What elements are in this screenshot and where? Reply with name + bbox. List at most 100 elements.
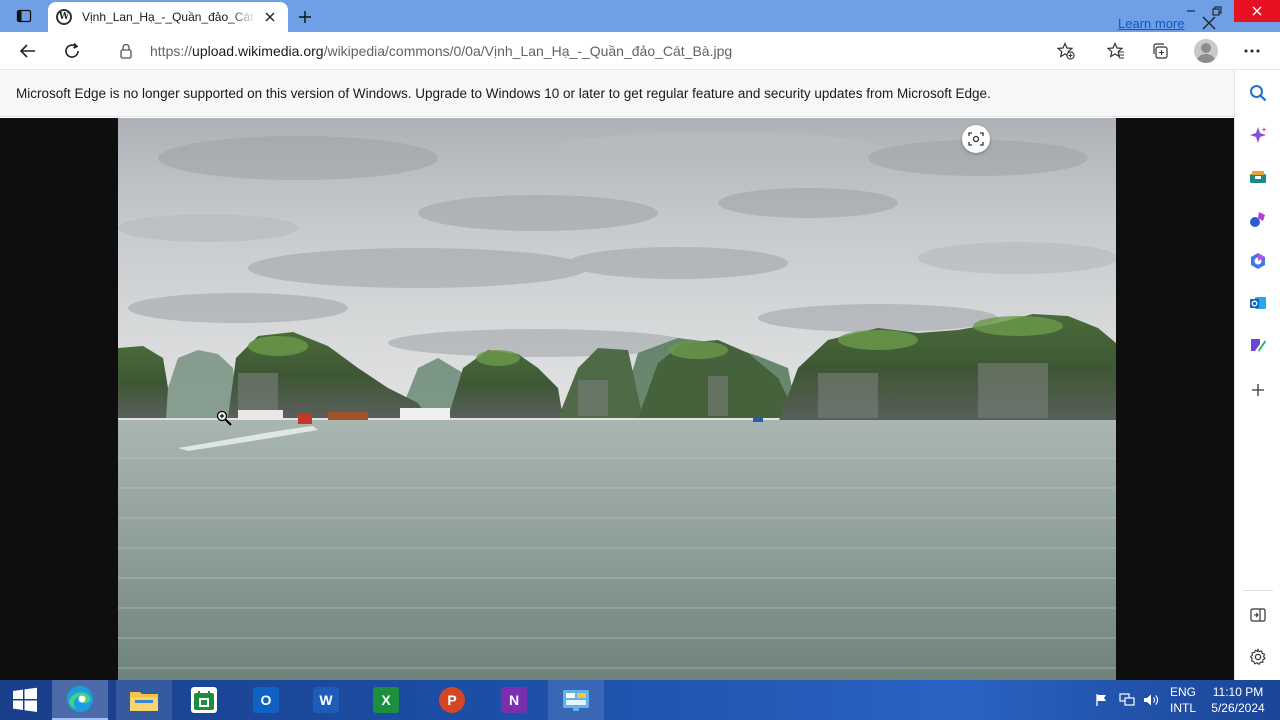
address-bar[interactable]: https://upload.wikimedia.org/wikipedia/c…: [104, 35, 1088, 67]
taskbar-powerpoint[interactable]: P: [424, 680, 480, 720]
powerpoint-icon: P: [439, 687, 465, 713]
sidebar-shopping[interactable]: [1246, 165, 1270, 189]
url-domain: upload.wikimedia.org: [192, 43, 324, 59]
bay-photo[interactable]: [118, 118, 1116, 680]
taskbar-outlook[interactable]: O: [238, 680, 294, 720]
excel-store-icon: [191, 687, 217, 713]
sidebar-outlook[interactable]: [1246, 291, 1270, 315]
url-prefix: https://: [150, 43, 193, 59]
sidebar-drop[interactable]: [1246, 333, 1270, 357]
tab-actions-icon: [16, 9, 32, 23]
add-favorite-icon: [1057, 42, 1075, 60]
language-indicator: ENG INTL: [1170, 684, 1196, 716]
drop-icon: [1251, 339, 1266, 352]
favorites-button[interactable]: [1102, 37, 1130, 65]
minimize-icon: [1187, 10, 1195, 12]
lock-icon[interactable]: [118, 43, 134, 59]
more-options-icon: [1244, 49, 1260, 53]
taskbar-excel[interactable]: X: [358, 680, 414, 720]
tray-clock[interactable]: 11:10 PM 5/26/2024: [1206, 680, 1270, 720]
clock-time: 11:10 PM: [1212, 685, 1264, 699]
taskbar-onenote[interactable]: N: [486, 680, 542, 720]
close-icon: [265, 12, 275, 22]
title-bar: W Vịnh_Lan_Hạ_-_Quần_đảo_Cát_Bà.jpg: [0, 0, 1280, 32]
taskbar-word[interactable]: W: [298, 680, 354, 720]
favorites-icon: [1107, 42, 1124, 59]
back-button[interactable]: [14, 37, 42, 65]
learn-more-link[interactable]: Learn more: [1118, 16, 1184, 31]
outlook-icon: [1250, 297, 1266, 309]
refresh-icon: [65, 42, 79, 58]
flag-icon: [1096, 694, 1106, 706]
sidebar-search[interactable]: [1246, 81, 1270, 105]
clock-date: 5/26/2024: [1211, 701, 1265, 715]
tab-close-button[interactable]: [260, 7, 280, 27]
visual-search-icon: [968, 132, 984, 146]
hide-sidebar-icon: [1250, 608, 1266, 622]
sidebar-divider: [1243, 590, 1273, 591]
taskbar-store-excel[interactable]: [176, 680, 232, 720]
sidebar-settings[interactable]: [1246, 645, 1270, 669]
taskbar-edge[interactable]: [52, 680, 108, 720]
word-icon: W: [313, 687, 339, 713]
taskbar-control-panel[interactable]: [548, 680, 604, 720]
collections-icon: [1153, 43, 1168, 59]
copilot-icon: [1250, 127, 1267, 143]
onenote-icon: N: [501, 687, 527, 713]
sidebar-hide-button[interactable]: [1246, 603, 1270, 627]
outlook-icon: O: [253, 687, 279, 713]
active-tab[interactable]: W Vịnh_Lan_Hạ_-_Quần_đảo_Cát_Bà.jpg: [48, 2, 288, 32]
windows-logo-icon: [13, 687, 37, 712]
sidebar-add[interactable]: [1246, 378, 1270, 402]
start-button[interactable]: [0, 680, 50, 720]
url-path: /wikipedia/commons/0/0a/Vịnh_Lan_Hạ_-_Qu…: [323, 43, 733, 59]
tray-language[interactable]: ENG INTL: [1166, 680, 1200, 720]
navigation-toolbar: https://upload.wikimedia.org/wikipedia/c…: [0, 32, 1280, 70]
tab-title: Vịnh_Lan_Hạ_-_Quần_đảo_Cát_Bà.jpg: [82, 10, 256, 24]
settings-icon: [1249, 648, 1266, 666]
office-icon: [1251, 253, 1265, 269]
new-tab-button[interactable]: [294, 6, 316, 28]
tray-network[interactable]: [1116, 680, 1138, 720]
windows-taskbar: O W X P N ENG INTL 11:10 PM 5/26/2024: [0, 680, 1280, 720]
tray-volume[interactable]: [1140, 680, 1162, 720]
file-explorer-icon: [130, 692, 158, 711]
add-icon: [1252, 384, 1264, 396]
edge-sidebar: [1234, 70, 1280, 680]
visual-search-button[interactable]: [962, 125, 990, 153]
tab-actions-button[interactable]: [8, 4, 40, 28]
games-icon: [1250, 212, 1265, 227]
control-panel-icon: [563, 690, 589, 711]
plus-icon: [299, 11, 311, 23]
wikimedia-icon: W: [56, 9, 72, 25]
language-code: ENG: [1169, 685, 1196, 699]
sidebar-copilot[interactable]: [1246, 123, 1270, 147]
refresh-button[interactable]: [58, 37, 86, 65]
taskbar-file-explorer[interactable]: [116, 680, 172, 720]
sidebar-office[interactable]: [1246, 249, 1270, 273]
volume-icon: [1144, 694, 1158, 706]
url-text[interactable]: https://upload.wikimedia.org/wikipedia/c…: [150, 43, 1088, 59]
clock: 11:10 PM 5/26/2024: [1211, 684, 1264, 716]
add-favorite-button[interactable]: [1056, 41, 1076, 61]
keyboard-layout: INTL: [1169, 701, 1196, 715]
sidebar-games[interactable]: [1246, 207, 1270, 231]
image-viewer: [0, 118, 1234, 680]
more-options-button[interactable]: [1238, 37, 1266, 65]
close-window-button[interactable]: [1234, 0, 1280, 22]
edge-icon: [67, 686, 93, 712]
infobar-close-button[interactable]: [1198, 12, 1220, 34]
unsupported-os-infobar: Microsoft Edge is no longer supported on…: [0, 70, 1234, 117]
tray-action-center[interactable]: [1092, 680, 1112, 720]
collections-button[interactable]: [1146, 37, 1174, 65]
zoom-in-cursor-icon: [216, 410, 232, 426]
infobar-message: Microsoft Edge is no longer supported on…: [16, 85, 991, 101]
close-icon: [1252, 6, 1262, 16]
network-icon: [1119, 693, 1135, 706]
excel-icon: X: [373, 687, 399, 713]
profile-avatar[interactable]: [1194, 39, 1218, 63]
seascape-image: [118, 118, 1116, 680]
browser-window: W Vịnh_Lan_Hạ_-_Quần_đảo_Cát_Bà.jpg: [0, 0, 1280, 680]
back-arrow-icon: [19, 44, 35, 58]
shopping-icon: [1250, 171, 1266, 183]
